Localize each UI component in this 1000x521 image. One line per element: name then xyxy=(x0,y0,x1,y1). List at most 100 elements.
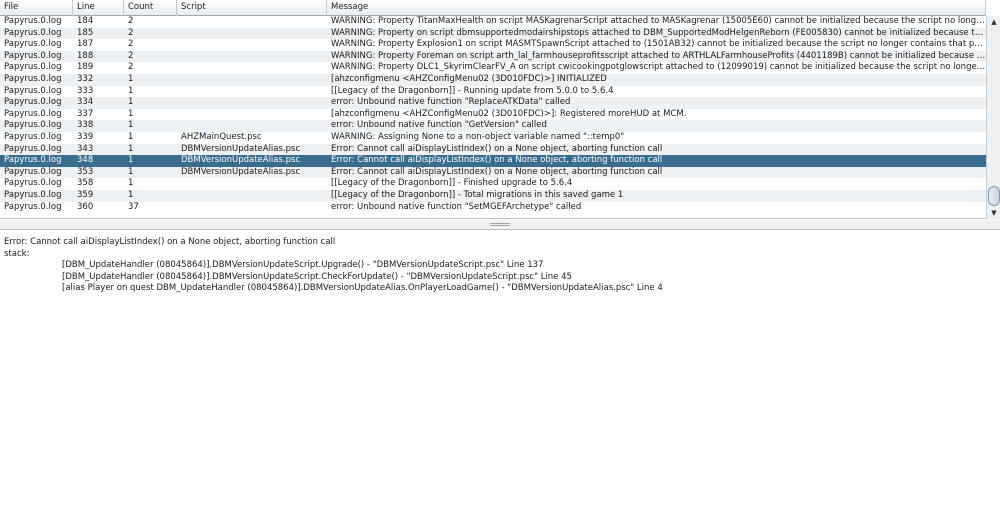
cell-count: 1 xyxy=(128,155,134,166)
cell-line: 337 xyxy=(77,108,94,119)
cell-script: DBMVersionUpdateAlias.psc xyxy=(181,143,301,154)
column-header-line[interactable]: Line xyxy=(73,0,124,16)
table-row[interactable]: Papyrus.0.log 338 1 error: Unbound native f… xyxy=(0,120,986,132)
cell-script xyxy=(177,202,327,214)
cell-file: Papyrus.0.log xyxy=(4,50,62,61)
cell-line: 358 xyxy=(77,178,94,189)
cell-line: 343 xyxy=(77,143,94,154)
cell-file: Papyrus.0.log xyxy=(4,201,62,212)
cell-count: 1 xyxy=(128,120,134,131)
cell-line: 333 xyxy=(77,85,94,96)
cell-file: Papyrus.0.log xyxy=(4,97,62,108)
cell-message: WARNING: Property Foreman on script arth… xyxy=(331,50,986,61)
cell-message: Error: Cannot call aiDisplayListIndex() … xyxy=(331,143,663,154)
table-row[interactable]: Papyrus.0.log 185 2 WARNING: Property on sc… xyxy=(0,27,986,40)
cell-file: Papyrus.0.log xyxy=(4,189,62,200)
detail-message: Error: Cannot call aiDisplayListIndex() … xyxy=(4,237,336,247)
cell-message: Error: Cannot call aiDisplayListIndex() … xyxy=(331,155,663,166)
cell-script xyxy=(177,16,327,28)
table-body: Papyrus.0.log 184 2 WARNING: Property Titan… xyxy=(0,16,986,219)
table-row[interactable]: Papyrus.0.log 332 1 [ahzconfigmenu <AHZConf… xyxy=(0,73,986,86)
table-row[interactable]: Papyrus.0.log 334 1 error: Unbound native f… xyxy=(0,97,986,109)
cell-message: [ahzconfigmenu <AHZConfigMenu02 (3D010FD… xyxy=(331,108,687,119)
cell-file: Papyrus.0.log xyxy=(4,108,62,119)
cell-line: 353 xyxy=(77,166,94,177)
table-row[interactable]: Papyrus.0.log 337 1 [ahzconfigmenu <AHZConf… xyxy=(0,109,986,121)
cell-message: [[Legacy of the Dragonborn]] - Running u… xyxy=(331,85,614,96)
column-header-file[interactable]: File xyxy=(0,0,73,16)
cell-script xyxy=(177,74,327,86)
table-header: File Line Count Script Message xyxy=(0,0,986,16)
table-row[interactable]: Papyrus.0.log 339 1 AHZMainQuest.psc WARNING… xyxy=(0,132,986,144)
vertical-scrollbar[interactable]: ▲ ▼ xyxy=(986,16,1000,219)
cell-count: 2 xyxy=(128,50,134,61)
column-header-message[interactable]: Message xyxy=(327,0,986,16)
cell-count: 37 xyxy=(128,201,139,212)
cell-line: 184 xyxy=(77,16,94,26)
table-row[interactable]: Papyrus.0.log 184 2 WARNING: Property Titan… xyxy=(0,16,986,28)
stack-line: [alias Player on quest DBM_UpdateHandler… xyxy=(62,283,663,293)
table-row[interactable]: Papyrus.0.log 360 37 error: Unbound native … xyxy=(0,202,986,214)
cell-message: [[Legacy of the Dragonborn]] - Finished … xyxy=(331,178,573,189)
table-row[interactable]: Papyrus.0.log 187 2 WARNING: Property Explo… xyxy=(0,39,986,51)
cell-line: 334 xyxy=(77,97,94,108)
cell-message: [ahzconfigmenu <AHZConfigMenu02 (3D010FD… xyxy=(331,73,607,84)
cell-script xyxy=(177,97,327,109)
cell-file: Papyrus.0.log xyxy=(4,131,62,142)
cell-file: Papyrus.0.log xyxy=(4,39,62,50)
cell-count: 1 xyxy=(128,108,134,119)
table-row[interactable]: Papyrus.0.log 358 1 [[Legacy of the Dragonb… xyxy=(0,178,986,190)
table-row[interactable]: Papyrus.0.log 348 1 DBMVersionUpdateAlias.p… xyxy=(0,155,986,167)
scroll-down-icon[interactable]: ▼ xyxy=(988,207,1000,219)
cell-line: 359 xyxy=(77,189,94,200)
cell-script xyxy=(177,109,327,121)
log-table: File Line Count Script Message Papyrus.0… xyxy=(0,0,1000,219)
cell-script xyxy=(177,86,327,98)
column-header-script[interactable]: Script xyxy=(177,0,327,16)
cell-message: error: Unbound native function "GetVersi… xyxy=(331,120,547,131)
cell-message: error: Unbound native function "SetMGEFA… xyxy=(331,201,582,212)
cell-count: 2 xyxy=(128,62,134,73)
cell-count: 1 xyxy=(128,73,134,84)
cell-file: Papyrus.0.log xyxy=(4,62,62,73)
cell-line: 339 xyxy=(77,131,94,142)
column-header-count[interactable]: Count xyxy=(124,0,177,16)
cell-script xyxy=(177,178,327,190)
cell-count: 2 xyxy=(128,39,134,50)
cell-message: Error: Cannot call aiDisplayListIndex() … xyxy=(331,166,663,177)
table-row[interactable]: Papyrus.0.log 353 1 DBMVersionUpdateAlias.p… xyxy=(0,166,986,179)
table-row[interactable]: Papyrus.0.log 188 2 WARNING: Property Forem… xyxy=(0,50,986,63)
pane-splitter[interactable] xyxy=(0,220,1000,230)
cell-count: 1 xyxy=(128,166,134,177)
cell-file: Papyrus.0.log xyxy=(4,178,62,189)
cell-message: WARNING: Property Explosion1 on script M… xyxy=(331,39,986,50)
detail-pane: Error: Cannot call aiDisplayListIndex() … xyxy=(0,231,1000,521)
cell-script xyxy=(177,62,327,74)
cell-file: Papyrus.0.log xyxy=(4,85,62,96)
scroll-up-icon[interactable]: ▲ xyxy=(988,16,1000,28)
scroll-thumb[interactable] xyxy=(988,186,1000,206)
cell-file: Papyrus.0.log xyxy=(4,166,62,177)
stack-label: stack: xyxy=(4,248,30,259)
table-row[interactable]: Papyrus.0.log 333 1 [[Legacy of the Dragonb… xyxy=(0,86,986,98)
cell-count: 1 xyxy=(128,97,134,108)
cell-line: 189 xyxy=(77,62,94,73)
table-row[interactable]: Papyrus.0.log 189 2 WARNING: Property DLC1_… xyxy=(0,62,986,74)
cell-count: 1 xyxy=(128,143,134,154)
cell-line: 360 xyxy=(77,201,94,212)
stack-line: [DBM_UpdateHandler (08045864)].DBMVersio… xyxy=(62,260,544,270)
cell-file: Papyrus.0.log xyxy=(4,143,62,154)
cell-message: WARNING: Property DLC1_SkyrimClearFV_A o… xyxy=(331,62,986,73)
cell-line: 332 xyxy=(77,73,94,84)
cell-count: 1 xyxy=(128,131,134,142)
cell-file: Papyrus.0.log xyxy=(4,16,62,26)
table-row[interactable]: Papyrus.0.log 343 1 DBMVersionUpdateAlias.p… xyxy=(0,143,986,156)
cell-message: WARNING: Property on script dbmsupported… xyxy=(331,27,986,38)
cell-line: 338 xyxy=(77,120,94,131)
cell-script xyxy=(177,51,327,63)
table-row[interactable]: Papyrus.0.log 359 1 [[Legacy of the Dragonb… xyxy=(0,189,986,202)
splitter-grip-icon[interactable] xyxy=(490,223,510,226)
stack-line: [DBM_UpdateHandler (08045864)].DBMVersio… xyxy=(62,271,572,282)
cell-file: Papyrus.0.log xyxy=(4,155,62,166)
cell-script xyxy=(177,120,327,132)
